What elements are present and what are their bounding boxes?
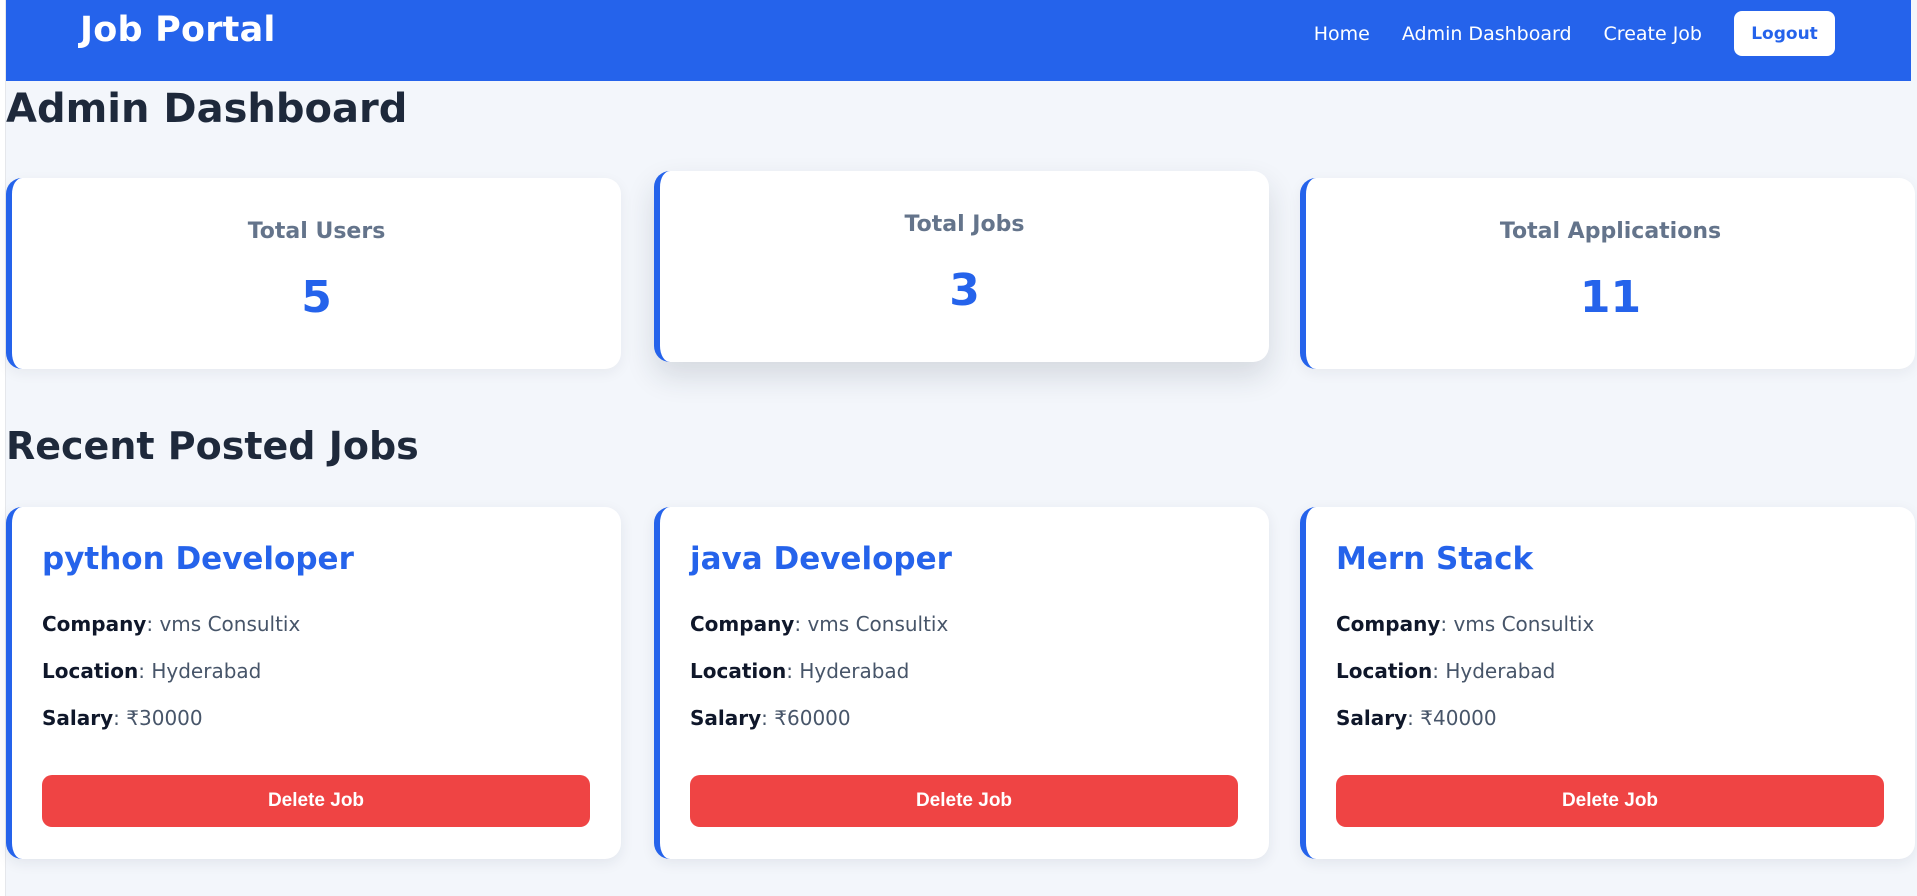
logout-button[interactable]: Logout [1734,11,1835,56]
stat-value: 11 [1579,272,1642,323]
job-title: Mern Stack [1336,541,1534,577]
job-salary: Salary: ₹30000 [42,706,203,730]
nav-links: Home Admin Dashboard Create Job Logout [1314,11,1835,56]
stat-value: 5 [301,272,332,323]
nav-home-link[interactable]: Home [1314,23,1370,45]
job-card: Mern Stack Company: vms Consultix Locati… [1300,507,1915,859]
job-card: python Developer Company: vms Consultix … [6,507,621,859]
job-company: Company: vms Consultix [42,612,301,636]
job-card: java Developer Company: vms Consultix Lo… [654,507,1269,859]
stat-label: Total Jobs [904,212,1025,237]
job-title: java Developer [690,541,952,577]
brand-logo-text[interactable]: Job Portal [80,10,276,50]
job-location: Location: Hyderabad [1336,659,1556,683]
nav-admin-dashboard-link[interactable]: Admin Dashboard [1402,23,1572,45]
stat-label: Total Applications [1499,219,1722,244]
stat-value: 3 [949,265,980,316]
recent-jobs-heading: Recent Posted Jobs [6,424,419,468]
job-salary: Salary: ₹40000 [1336,706,1497,730]
job-location: Location: Hyderabad [42,659,262,683]
page-title: Admin Dashboard [6,86,408,132]
job-title: python Developer [42,541,354,577]
stat-card-total-jobs: Total Jobs 3 [654,171,1269,362]
job-company: Company: vms Consultix [690,612,949,636]
stat-card-total-users: Total Users 5 [6,178,621,369]
stat-card-total-applications: Total Applications 11 [1300,178,1915,369]
nav-create-job-link[interactable]: Create Job [1604,23,1702,45]
stat-label: Total Users [247,219,386,244]
job-company: Company: vms Consultix [1336,612,1595,636]
delete-job-button[interactable]: Delete Job [42,775,590,827]
delete-job-button[interactable]: Delete Job [690,775,1238,827]
delete-job-button[interactable]: Delete Job [1336,775,1884,827]
job-salary: Salary: ₹60000 [690,706,851,730]
job-location: Location: Hyderabad [690,659,910,683]
top-navbar: Job Portal Home Admin Dashboard Create J… [6,0,1911,81]
